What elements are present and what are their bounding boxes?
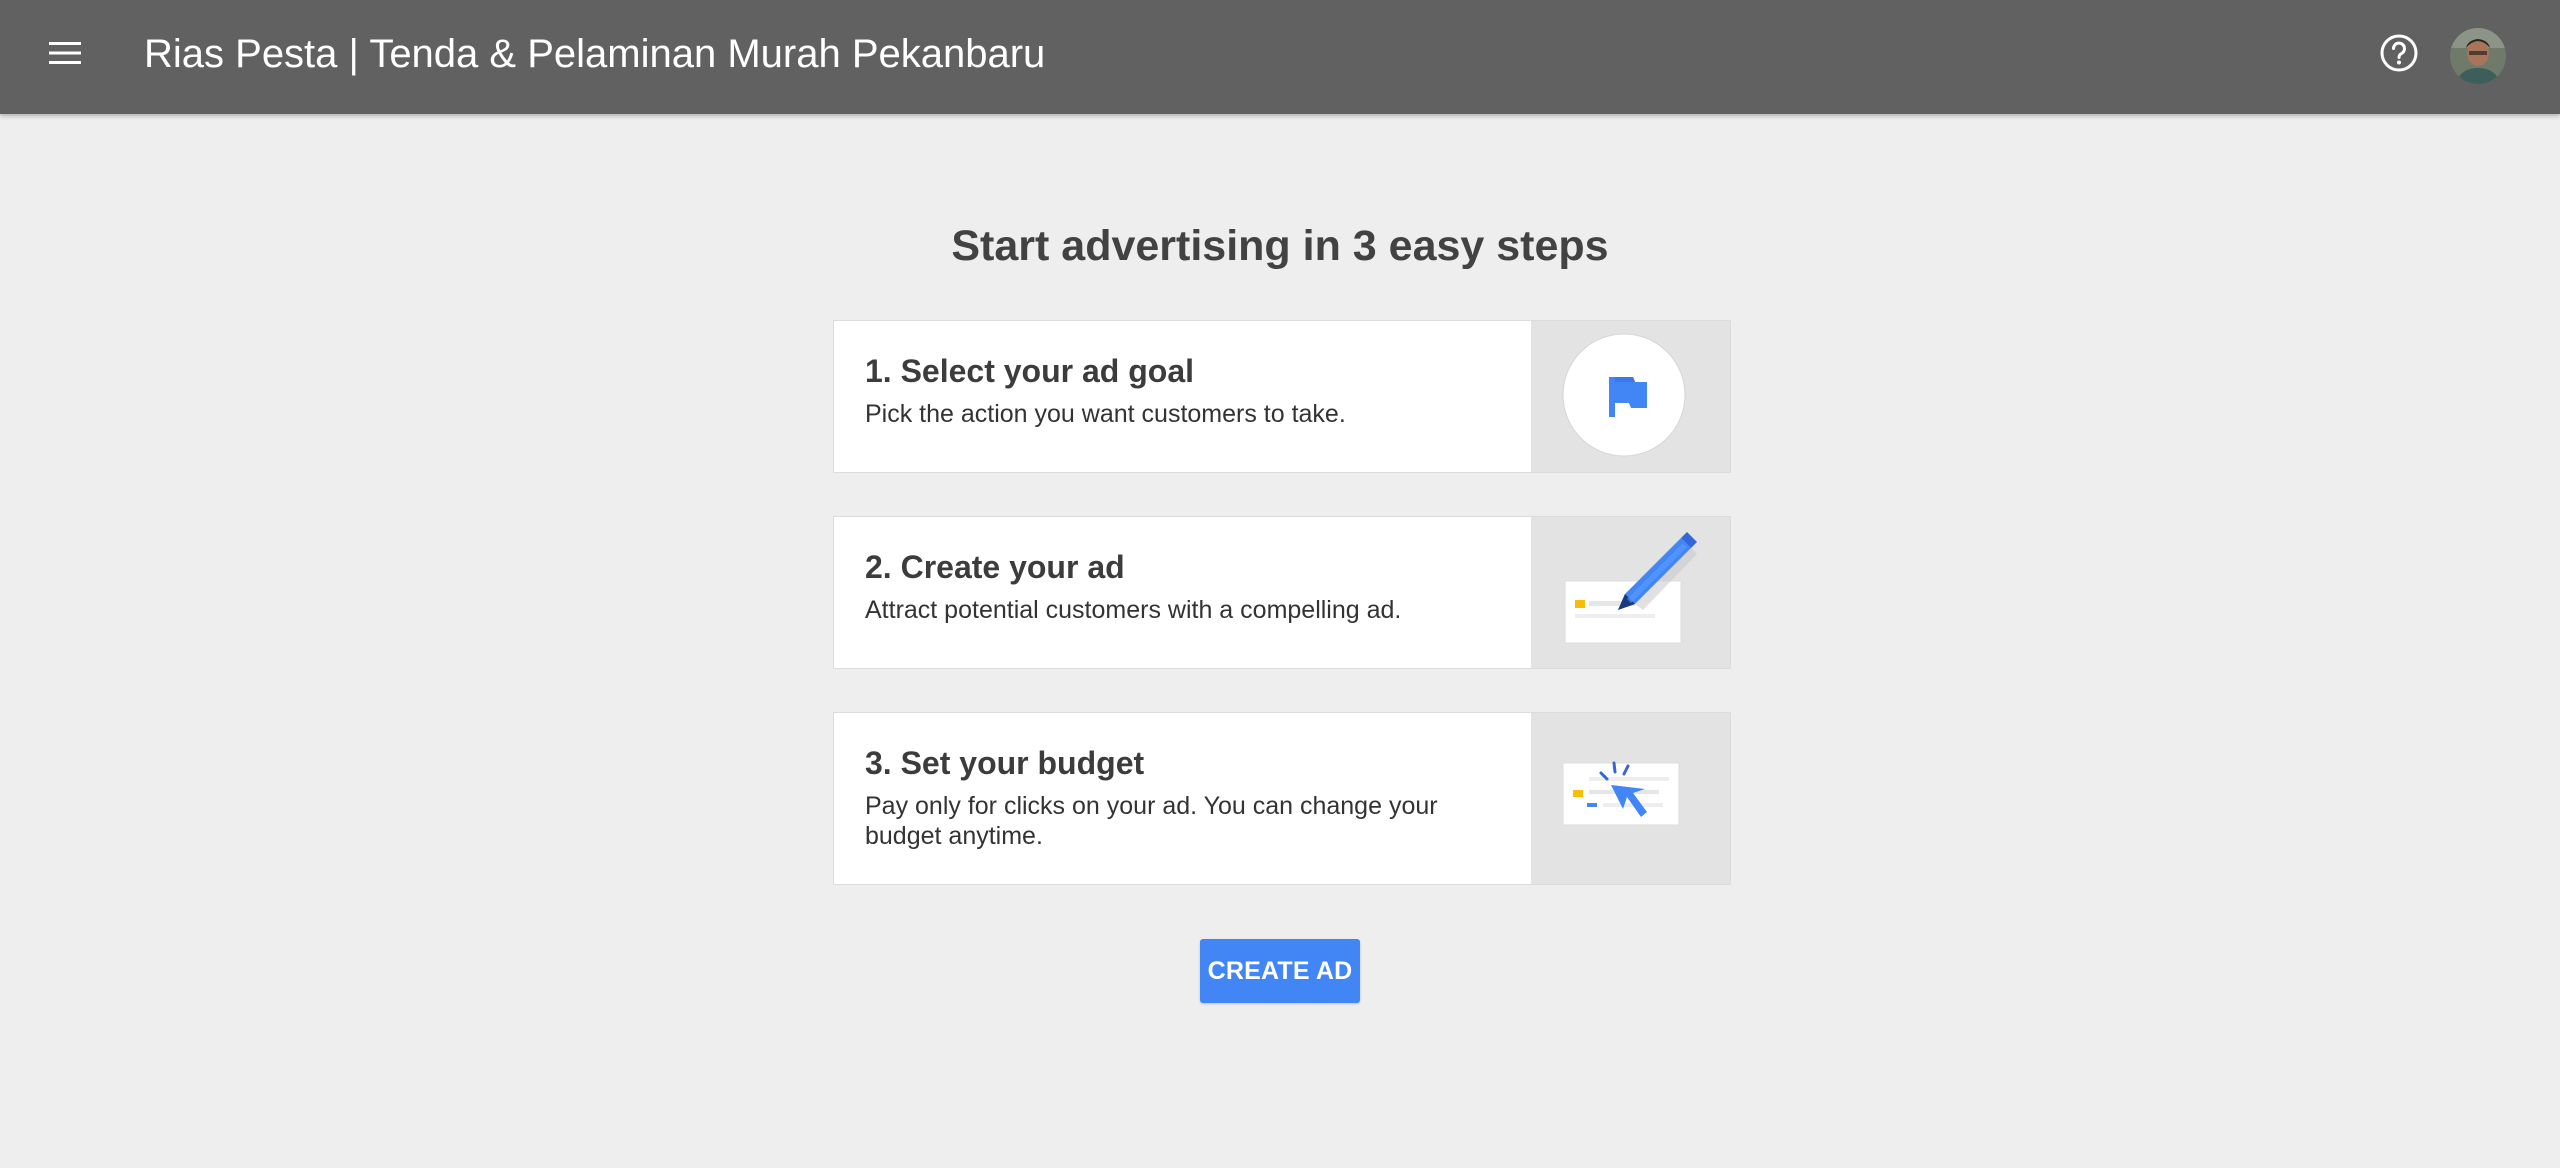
step-card-set-budget: 3. Set your budget Pay only for clicks o… — [833, 712, 1731, 885]
step-title: 2. Create your ad — [865, 549, 1125, 585]
menu-button[interactable] — [40, 30, 90, 80]
step-title: 1. Select your ad goal — [865, 353, 1194, 389]
step-title: 3. Set your budget — [865, 745, 1145, 781]
create-ad-button[interactable]: CREATE AD — [1200, 939, 1360, 1003]
cursor-click-icon — [1562, 761, 1680, 826]
user-avatar-icon — [2450, 28, 2506, 84]
step-description: Pay only for clicks on your ad. You can … — [865, 792, 1438, 850]
help-circle-icon — [2379, 33, 2419, 78]
app-title: Rias Pesta | Tenda & Pelaminan Murah Pek… — [144, 32, 1046, 76]
avatar[interactable] — [2450, 28, 2506, 84]
step-illustration — [1531, 321, 1730, 472]
step-card-ad-goal: 1. Select your ad goal Pick the action y… — [833, 320, 1731, 473]
step-description: Pick the action you want customers to ta… — [865, 400, 1346, 428]
page-heading: Start advertising in 3 easy steps — [951, 222, 1609, 270]
step-card-create-ad: 2. Create your ad Attract potential cust… — [833, 516, 1731, 669]
top-app-bar: Rias Pesta | Tenda & Pelaminan Murah Pek… — [0, 0, 2560, 114]
menu-icon — [49, 41, 81, 70]
step-illustration — [1531, 713, 1730, 884]
pencil-ad-icon — [1564, 532, 1697, 644]
step-description: Attract potential customers with a compe… — [865, 596, 1402, 624]
step-illustration — [1531, 517, 1730, 668]
help-button[interactable] — [2376, 32, 2422, 78]
flag-icon — [1562, 333, 1686, 457]
